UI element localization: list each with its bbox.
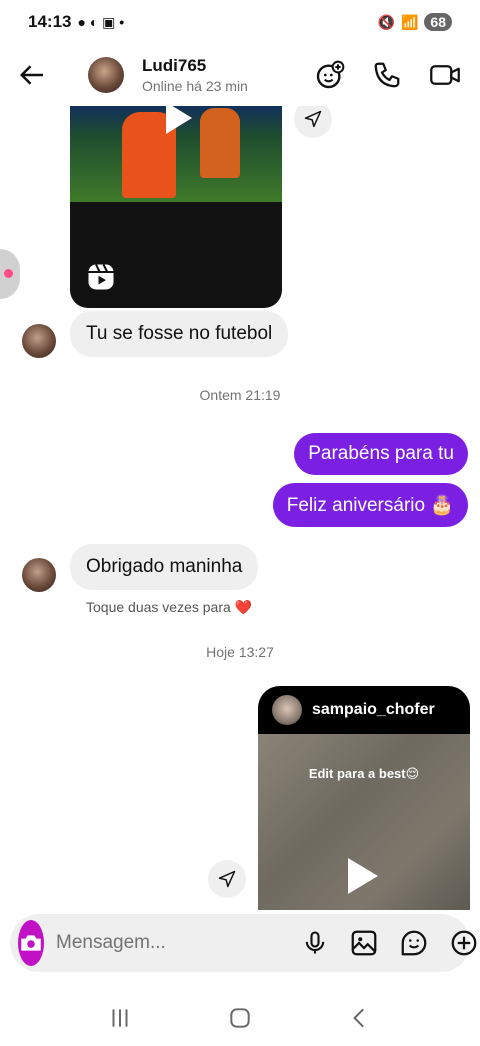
play-icon <box>348 858 378 894</box>
sender-avatar[interactable] <box>22 558 56 592</box>
play-icon <box>166 106 192 134</box>
reel-author-username: sampaio_chofer <box>312 701 435 718</box>
timestamp: Hoje 13:27 <box>206 644 274 660</box>
reels-icon <box>88 264 114 290</box>
camera-button[interactable] <box>18 920 44 966</box>
gallery-button[interactable] <box>349 928 379 958</box>
recent-apps-icon <box>112 1009 128 1027</box>
voice-call-button[interactable] <box>372 60 402 90</box>
camera-icon <box>21 935 41 951</box>
image-icon <box>351 930 377 956</box>
shared-reel-card[interactable]: sampaio_chofer Edit para a best😌 <box>258 686 470 910</box>
more-options-button[interactable] <box>449 928 479 958</box>
back-arrow-icon <box>19 65 43 85</box>
recent-apps-button[interactable] <box>107 1005 133 1031</box>
incoming-message[interactable]: Tu se fosse no futebol <box>70 311 289 357</box>
microphone-icon <box>305 931 325 954</box>
sticker-icon <box>401 930 427 956</box>
outgoing-message[interactable]: Feliz aniversário 🎂 <box>272 483 468 527</box>
home-button[interactable] <box>227 1005 253 1031</box>
send-icon <box>304 110 322 128</box>
send-icon <box>218 870 236 888</box>
video-camera-icon <box>430 65 460 85</box>
message-input[interactable] <box>56 932 301 954</box>
message-composer <box>10 914 477 972</box>
reel-thumbnail <box>70 106 282 202</box>
contact-info[interactable]: Ludi765 Online há 23 min <box>142 56 248 94</box>
battery-indicator: 68 <box>424 13 452 31</box>
status-time: 14:13 <box>28 12 72 31</box>
back-button[interactable] <box>18 60 48 90</box>
reel-caption: Edit para a best😌 <box>308 766 420 781</box>
avatar[interactable] <box>88 57 124 93</box>
sticker-button[interactable] <box>399 928 429 958</box>
share-reel-button[interactable] <box>208 860 246 898</box>
back-nav-button[interactable] <box>347 1005 373 1031</box>
chevron-left-icon <box>353 1008 364 1028</box>
message-list[interactable]: Tu se fosse no futebol Ontem 21:19 Parab… <box>0 106 480 910</box>
reel-author-avatar <box>272 695 302 725</box>
notification-icons: ● ◐ ▣ • <box>77 13 125 30</box>
phone-icon <box>374 62 400 88</box>
mute-icon: 🔇 <box>377 13 395 30</box>
voice-message-button[interactable] <box>301 929 329 957</box>
share-reel-button[interactable] <box>294 106 332 138</box>
chat-header: Ludi765 Online há 23 min <box>0 44 480 106</box>
system-navigation-bar <box>0 990 480 1046</box>
plus-circle-icon <box>451 930 477 956</box>
outgoing-message[interactable]: Parabéns para tu <box>294 433 468 475</box>
sender-avatar[interactable] <box>22 324 56 358</box>
smile-plus-icon <box>316 60 345 89</box>
video-call-button[interactable] <box>428 60 462 90</box>
avatar-stickers-button[interactable] <box>314 59 346 91</box>
contact-status: Online há 23 min <box>142 78 248 94</box>
reel-thumbnail: Edit para a best😌 <box>258 734 470 910</box>
status-bar: 14:13 ● ◐ ▣ • 🔇 📶 68 <box>0 0 480 44</box>
wifi-icon: 📶 <box>400 13 419 30</box>
incoming-message[interactable]: Obrigado maninha <box>70 544 259 590</box>
timestamp: Ontem 21:19 <box>199 387 281 403</box>
contact-name: Ludi765 <box>142 56 207 75</box>
double-tap-hint: Toque duas vezes para ❤️ <box>86 599 253 615</box>
home-icon <box>230 1008 250 1028</box>
shared-reel[interactable] <box>70 106 282 308</box>
